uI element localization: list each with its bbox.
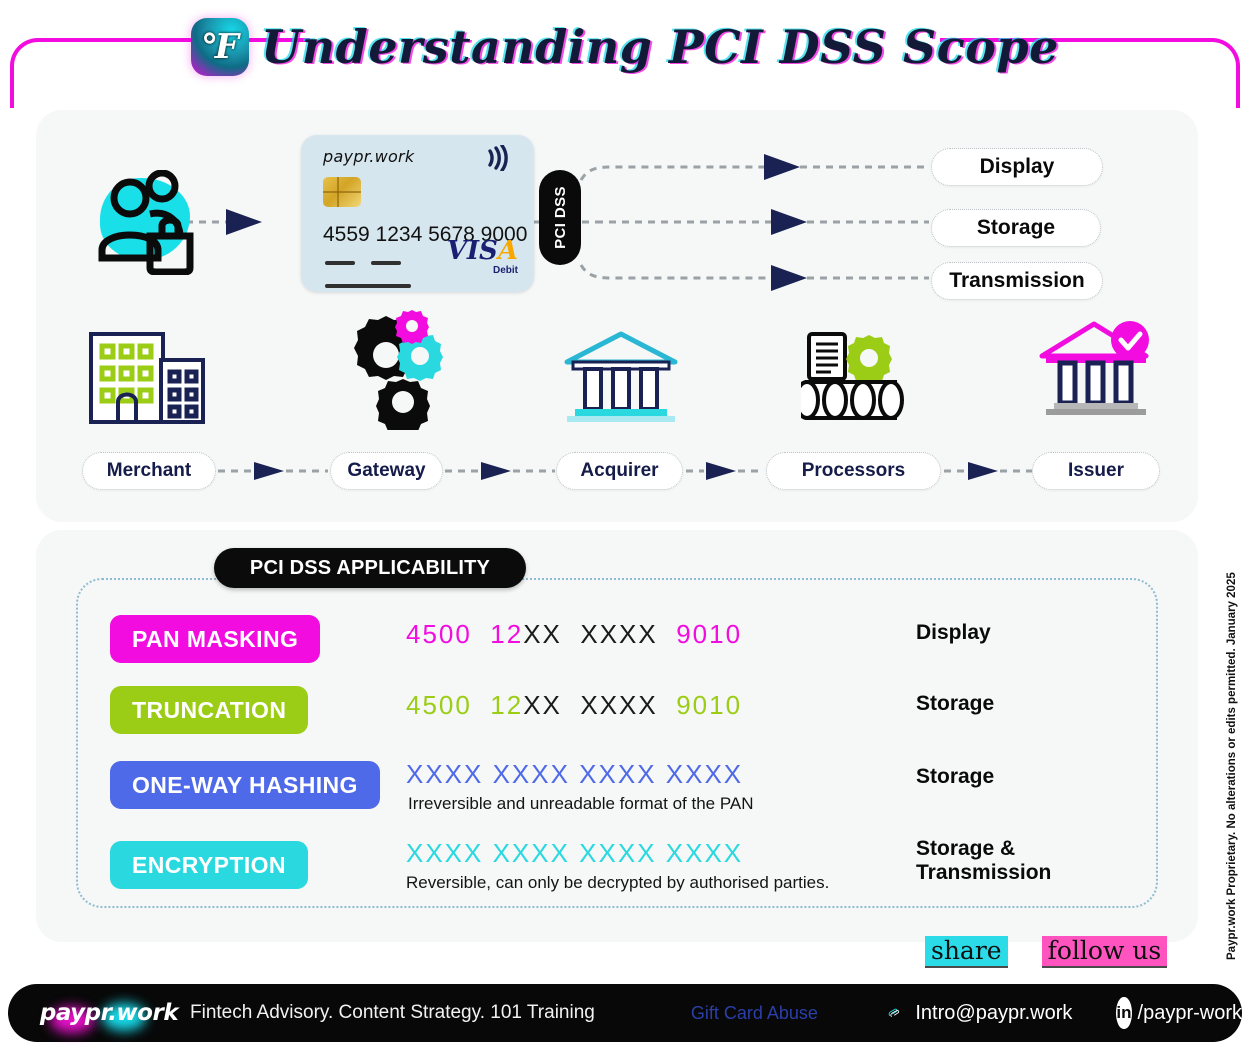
method-tag-pan-masking[interactable]: PAN MASKING [110,615,321,663]
pan-block-masked: XXXX [580,619,658,649]
pipeline-row: Merchant Gateway Acquirer Processors Iss… [36,440,1198,500]
pipeline-pill-acquirer[interactable]: Acquirer [556,452,683,490]
pan-sample-truncation: 4500 12XX XXXX 9010 [406,690,742,721]
header: ℉ Understanding PCI DSS Scope [0,0,1250,112]
pipeline-connector-1 [218,462,328,480]
scope-label-encryption: Storage & Transmission [916,837,1052,884]
linkedin-icon[interactable]: in [1116,997,1132,1029]
output-pill-display-label: Display [979,155,1055,178]
pipeline-pill-issuer[interactable]: Issuer [1032,452,1160,490]
pan-sample-one-way-hashing: XXXX XXXX XXXX XXXX [406,759,744,789]
pipeline-pill-processors[interactable]: Processors [766,452,941,490]
bank-icon [561,330,681,430]
output-pill-transmission-label: Transmission [949,269,1085,292]
social-actions: share follow us [925,936,1168,968]
applicability-title-badge: PCI DSS APPLICABILITY [214,548,526,588]
pipeline-connector-2 [445,462,555,480]
pipeline-pill-gateway[interactable]: Gateway [330,452,443,490]
database-document-gear-icon [794,330,906,430]
customers-with-bag-icon [88,170,218,275]
output-pill-transmission[interactable]: Transmission [931,262,1103,300]
output-pill-storage[interactable]: Storage [931,209,1101,247]
pan-prefix: 4500 [406,619,472,649]
pan-sample-encryption: XXXX XXXX XXXX XXXX [406,838,744,868]
title-group: ℉ Understanding PCI DSS Scope [0,18,1250,76]
pipeline-label-processors: Processors [801,460,906,481]
card-signature-lines [325,252,411,288]
payment-card: paypr.work 4559 1234 5678 9000 VISA Debi… [301,135,534,292]
pipeline-label-gateway: Gateway [347,460,426,481]
method-tag-label: TRUNCATION [132,696,287,723]
gears-icon [336,310,446,435]
pan-block-masked: XXXX [580,690,658,720]
footer-logo-text: paypr.work [39,1000,179,1026]
pan-suffix: 9010 [676,619,743,649]
scope-label-pan-masking: Display [916,621,991,644]
pipeline-label-issuer: Issuer [1068,460,1124,481]
applicability-panel: PCI DSS APPLICABILITY PAN MASKING 4500 1… [36,530,1198,942]
footer-logo[interactable]: paypr.work [39,993,179,1033]
pci-dss-badge: PCI DSS [539,170,581,265]
method-tag-label: ONE-WAY HASHING [132,771,358,798]
footer-bar: paypr.work Fintech Advisory. Content Str… [8,984,1242,1042]
pipeline-connector-3 [686,462,764,480]
scope-label-truncation: Storage [916,692,995,715]
paypr-swoosh-icon: ℉ [191,18,250,76]
pan-mid-visible: 12 [490,690,524,720]
paperclip-icon [888,1008,900,1017]
buildings-icon [86,322,206,432]
pan-prefix: 4500 [406,690,472,720]
follow-us-link[interactable]: follow us [1041,936,1168,968]
footer-tagline: Fintech Advisory. Content Strategy. 101 … [190,1002,595,1023]
visa-debit-label: Debit [493,265,518,276]
output-pill-display[interactable]: Display [931,148,1103,186]
visa-wordmark: VISA [446,236,518,266]
applicability-title-label: PCI DSS APPLICABILITY [249,556,491,579]
method-tag-one-way-hashing[interactable]: ONE-WAY HASHING [110,761,380,809]
pci-dss-badge-label: PCI DSS [551,186,569,249]
pipeline-pill-merchant[interactable]: Merchant [82,452,216,490]
output-pill-storage-label: Storage [976,216,1056,239]
pan-mid-masked: XX [523,690,562,720]
footer-email[interactable]: Intro@paypr.work [915,1002,1072,1025]
share-link[interactable]: share [925,936,1008,968]
pipeline-connector-4 [944,462,1032,480]
caption-encryption: Reversible, can only be decrypted by aut… [406,873,830,892]
pan-mid-visible: 12 [490,619,524,649]
bank-verified-icon [1036,318,1156,423]
method-tag-label: PAN MASKING [132,625,299,652]
method-tag-truncation[interactable]: TRUNCATION [110,686,309,734]
method-tag-label: ENCRYPTION [132,851,286,878]
card-brand-label: paypr.work [323,147,415,166]
emv-chip-icon [323,177,361,207]
pan-suffix: 9010 [676,690,743,720]
footer-linkedin-handle[interactable]: /paypr-work [1138,1002,1242,1025]
flow-panel: paypr.work 4559 1234 5678 9000 VISA Debi… [36,110,1198,522]
visa-logo: VISA Debit [447,238,518,276]
contactless-icon [488,145,508,171]
pan-sample-pan-masking: 4500 12XX XXXX 9010 [406,619,742,650]
method-tag-encryption[interactable]: ENCRYPTION [110,841,308,889]
scope-label-one-way-hashing: Storage [916,765,995,788]
caption-one-way-hashing: Irreversible and unreadable format of th… [408,794,754,813]
pan-mid-masked: XX [523,619,562,649]
copyright-notice: Paypr.work Proprietary. No alterations o… [1226,572,1238,960]
pipeline-label-acquirer: Acquirer [580,460,659,481]
gift-card-abuse-link[interactable]: Gift Card Abuse [691,1003,818,1024]
page-title: Understanding PCI DSS Scope [261,20,1059,74]
swoosh-glyph: ℉ [201,27,239,67]
pipeline-label-merchant: Merchant [106,460,192,481]
